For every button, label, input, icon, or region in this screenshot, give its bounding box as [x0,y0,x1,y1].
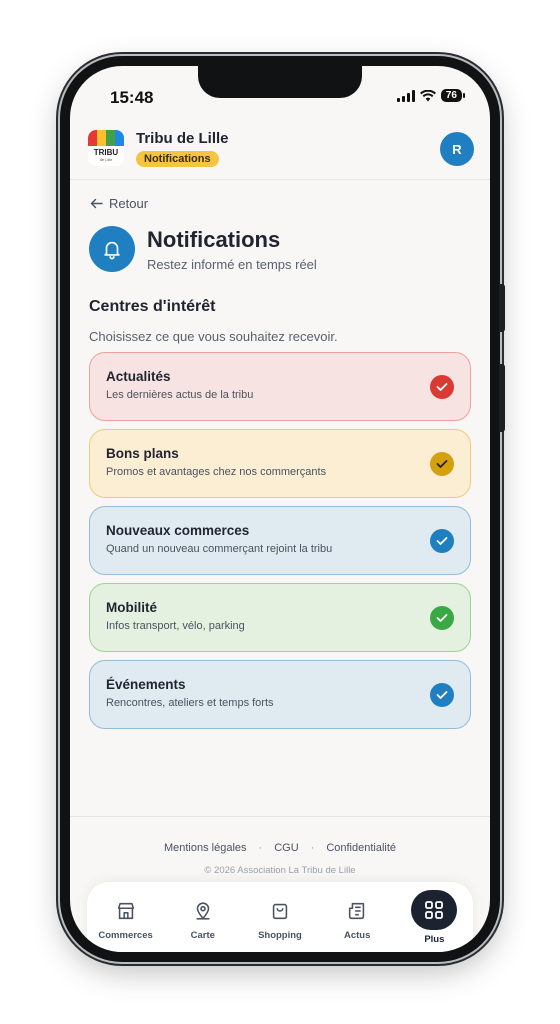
interest-description: Infos transport, vélo, parking [106,620,245,632]
interest-card[interactable]: Actualités Les dernières actus de la tri… [89,352,471,421]
phone-frame: 15:48 76 TRIBU de Lille Tribu de Lille N… [60,56,500,962]
app-header: TRIBU de Lille Tribu de Lille Notificati… [70,118,490,180]
interest-description: Rencontres, ateliers et temps forts [106,697,274,709]
interest-card[interactable]: Bons plans Promos et avantages chez nos … [89,429,471,498]
link-cgu[interactable]: CGU [274,842,298,854]
link-mentions-legales[interactable]: Mentions légales [164,842,247,854]
status-bar: 15:48 76 [70,76,490,112]
tab-label: Actus [343,930,371,941]
interest-card[interactable]: Événements Rencontres, ateliers et temps… [89,660,471,729]
interest-title: Événements [106,677,186,692]
tab-actus[interactable]: Actus [321,900,393,941]
interest-title: Mobilité [106,600,157,615]
app-logo: TRIBU de Lille [88,130,124,166]
page-subtitle: Restez informé en temps réel [147,257,317,272]
newspaper-icon [349,902,365,920]
interest-description: Quand un nouveau commerçant rejoint la t… [106,543,333,555]
tab-shopping[interactable]: Shopping [244,900,316,941]
tab-label: Carte [190,930,215,941]
map-pin-icon [196,902,210,920]
bell-icon-badge [89,226,135,272]
interest-title: Nouveaux commerces [106,523,250,538]
footer-links: Mentions légales · CGU · Confidentialité [163,842,397,854]
shopping-bag-icon [272,903,288,920]
phone-side-button [499,364,505,432]
app-title: Tribu de Lille [136,130,229,147]
signal-icon [396,89,415,102]
arrow-left-icon [90,198,103,209]
wifi-icon [419,89,436,101]
grid-icon [425,901,444,919]
check-icon[interactable] [430,683,454,707]
status-icons: 76 [396,89,466,102]
store-icon [117,902,134,920]
avatar[interactable]: R [440,132,474,166]
phone-side-button [499,284,505,332]
interest-card[interactable]: Nouveaux commerces Quand un nouveau comm… [89,506,471,575]
interest-list: Actualités Les dernières actus de la tri… [89,352,471,737]
check-icon[interactable] [430,452,454,476]
page-title: Notifications [147,227,281,252]
tab-label: Commerces [98,930,153,941]
tab-commerces[interactable]: Commerces [90,900,162,941]
interest-title: Actualités [106,369,171,384]
section-badge: Notifications [136,151,219,167]
check-icon[interactable] [430,375,454,399]
tab-label: Plus [424,934,445,945]
tab-label: Shopping [258,930,302,941]
copyright: © 2026 Association La Tribu de Lille [204,865,356,876]
section-title: Centres d'intérêt [89,298,216,315]
tab-plus[interactable]: Plus [398,890,470,945]
back-label: Retour [109,196,149,211]
status-time: 15:48 [110,88,154,107]
screen: 15:48 76 TRIBU de Lille Tribu de Lille N… [70,66,490,952]
check-icon[interactable] [430,529,454,553]
interest-card[interactable]: Mobilité Infos transport, vélo, parking [89,583,471,652]
active-tab-pill [411,890,458,930]
bottom-tab-bar: Commerces Carte Shopping Actus Plus [87,882,473,952]
interest-title: Bons plans [106,446,179,461]
interest-description: Les dernières actus de la tribu [106,389,254,401]
link-confidentialite[interactable]: Confidentialité [326,842,396,854]
bell-icon [104,241,120,260]
section-description: Choisissez ce que vous souhaitez recevoi… [89,329,338,344]
battery-icon: 76 [440,89,466,102]
back-button[interactable]: Retour [90,196,148,211]
tab-carte[interactable]: Carte [167,900,239,941]
check-icon[interactable] [430,606,454,630]
interest-description: Promos et avantages chez nos commerçants [106,466,327,478]
